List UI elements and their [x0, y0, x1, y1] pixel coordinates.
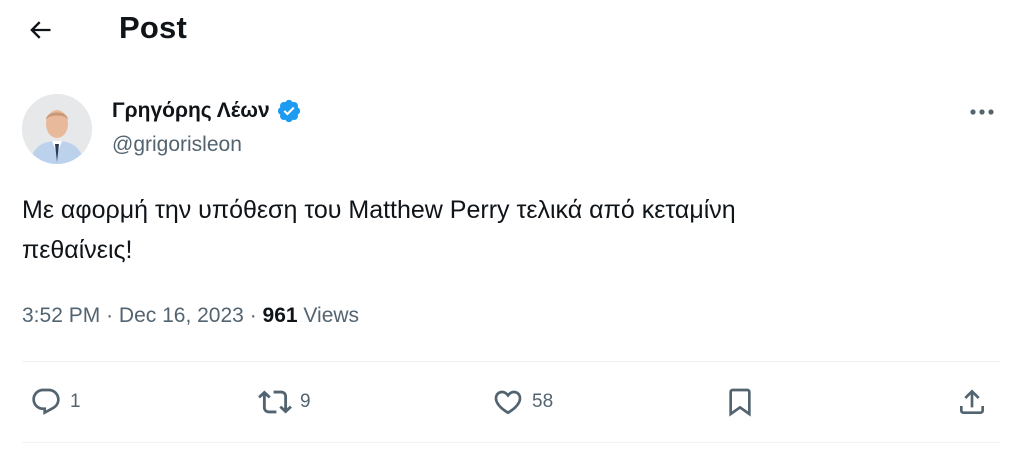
arrow-left-icon	[30, 21, 51, 39]
share-button[interactable]	[956, 384, 988, 420]
more-options-button[interactable]	[962, 98, 1002, 126]
header: Post	[0, 0, 1024, 60]
share-icon	[960, 389, 984, 414]
avatar[interactable]	[22, 94, 92, 164]
meta-separator: ·	[249, 304, 257, 327]
avatar-image	[22, 94, 92, 164]
heart-icon	[494, 390, 522, 415]
more-horizontal-icon	[970, 109, 994, 115]
author-row: Γρηγόρης Λέων @grigorisleon	[22, 92, 1002, 164]
verified-badge-icon	[276, 98, 302, 124]
retweet-icon	[258, 390, 292, 414]
page-title: Post	[119, 10, 187, 45]
tweet-time[interactable]: 3:52 PM	[22, 304, 100, 327]
action-bar: 1 9 58	[22, 362, 1000, 442]
post-page: Post Γρηγόρης Λέων @grigorisleon Με αφορ…	[0, 0, 1024, 457]
like-button[interactable]: 58	[492, 384, 553, 420]
reply-count: 1	[70, 391, 81, 412]
bookmark-icon	[729, 388, 751, 417]
tweet-text: Με αφορμή την υπόθεση του Matthew Perry …	[22, 190, 972, 270]
back-button[interactable]	[22, 12, 58, 48]
views-label: Views	[303, 304, 360, 327]
reply-icon	[32, 388, 60, 415]
retweet-count: 9	[300, 391, 311, 412]
tweet-text-line: πεθαίνεις!	[22, 236, 133, 264]
author-name-text: Γρηγόρης Λέων	[112, 99, 270, 122]
author-handle[interactable]: @grigorisleon	[112, 132, 242, 158]
author-name[interactable]: Γρηγόρης Λέων	[112, 98, 302, 124]
tweet-date[interactable]: Dec 16, 2023	[119, 304, 244, 327]
divider	[22, 442, 1000, 443]
meta-separator: ·	[106, 304, 114, 327]
tweet-text-line: Με αφορμή την υπόθεση του Matthew Perry …	[22, 196, 736, 224]
reply-button[interactable]: 1	[30, 384, 81, 420]
retweet-button[interactable]: 9	[258, 384, 311, 420]
views-count: 961	[262, 304, 298, 327]
tweet-meta: 3:52 PM · Dec 16, 2023 · 961 Views	[22, 302, 359, 330]
like-count: 58	[532, 391, 554, 412]
bookmark-button[interactable]	[724, 384, 756, 420]
